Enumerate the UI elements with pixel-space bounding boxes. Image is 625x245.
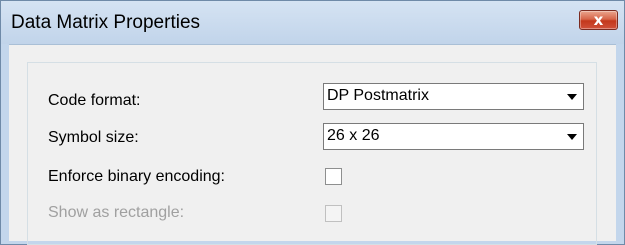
show-as-rectangle-label: Show as rectangle: (48, 204, 185, 221)
dialog-title: Data Matrix Properties (11, 12, 201, 33)
symbol-size-dropdown[interactable]: 26 x 26 (323, 123, 584, 150)
show-as-rectangle-checkbox[interactable] (325, 205, 342, 222)
chevron-down-icon (567, 134, 577, 140)
close-icon: x (593, 11, 604, 29)
close-button[interactable]: x (579, 10, 618, 30)
dialog-window: Data Matrix Properties x Code format: DP… (0, 0, 625, 245)
code-format-dropdown-button[interactable] (561, 85, 582, 108)
code-format-value: DP Postmatrix (327, 87, 429, 104)
code-format-label: Code format: (48, 92, 141, 109)
enforce-binary-encoding-label: Enforce binary encoding: (48, 168, 225, 185)
symbol-size-value: 26 x 26 (327, 127, 380, 144)
symbol-size-dropdown-button[interactable] (561, 125, 582, 148)
title-bar[interactable]: Data Matrix Properties x (1, 1, 624, 44)
dialog-body: Code format: DP Postmatrix Symbol size: … (9, 44, 616, 245)
properties-group: Code format: DP Postmatrix Symbol size: … (27, 62, 597, 245)
code-format-dropdown[interactable]: DP Postmatrix (323, 83, 584, 110)
chevron-down-icon (567, 94, 577, 100)
enforce-binary-encoding-checkbox[interactable] (325, 168, 342, 185)
symbol-size-label: Symbol size: (48, 129, 139, 146)
